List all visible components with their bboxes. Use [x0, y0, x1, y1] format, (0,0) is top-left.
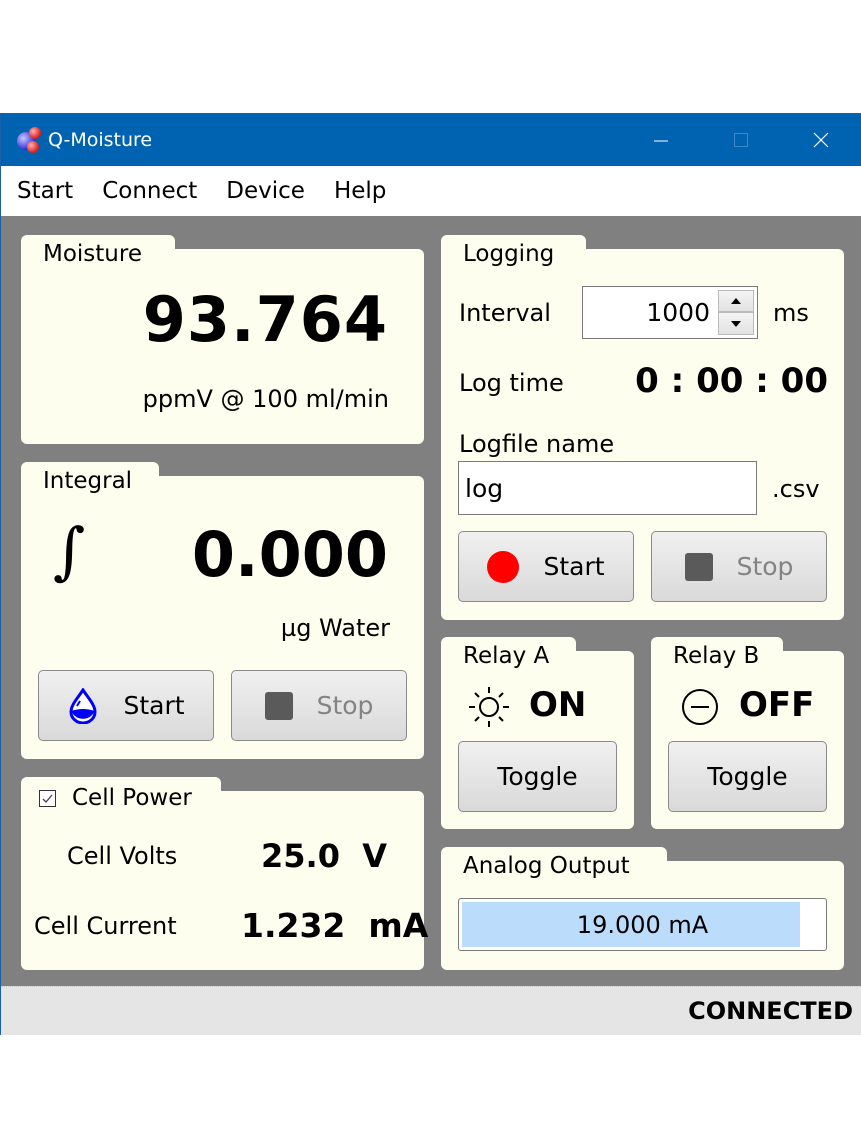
integral-value: 0.000 — [191, 518, 388, 591]
interval-label: Interval — [459, 299, 551, 327]
relay-b-toggle-button[interactable]: Toggle — [668, 741, 827, 812]
relay-b-group: Relay B OFF Toggle — [651, 637, 844, 829]
status-bar: CONNECTED — [1, 986, 861, 1035]
minus-circle-icon — [682, 689, 718, 725]
minimize-icon — [654, 140, 668, 142]
arrow-up-icon — [731, 298, 741, 304]
cell-volts-label: Cell Volts — [67, 842, 178, 870]
sun-icon — [469, 687, 509, 727]
logfile-input-value: log — [465, 474, 504, 503]
integral-unit: µg Water — [280, 614, 390, 642]
logging-start-button[interactable]: Start — [458, 531, 634, 602]
cell-current-value: 1.232 mA — [241, 906, 429, 945]
logging-group: Logging Interval 1000 ms Log time 0 : 00… — [441, 235, 844, 620]
minimize-button[interactable] — [621, 114, 701, 166]
window-title: Q-Moisture — [48, 129, 153, 151]
cell-power-checkbox[interactable] — [39, 790, 56, 807]
menu-connect[interactable]: Connect — [102, 178, 197, 204]
menu-device[interactable]: Device — [226, 178, 305, 204]
maximize-icon — [734, 133, 748, 147]
logging-stop-label: Stop — [736, 552, 794, 581]
integral-title: Integral — [43, 468, 133, 494]
analog-output-text: 19.000 mA — [576, 911, 709, 939]
integral-symbol: ∫ — [53, 514, 86, 587]
cell-power-group: Cell Power Cell Volts 25.0 V Cell Curren… — [21, 777, 428, 970]
relay-a-toggle-label: Toggle — [497, 762, 578, 791]
logtime-value: 0 : 00 : 00 — [635, 361, 828, 401]
moisture-unit: ppmV @ 100 ml/min — [142, 385, 389, 413]
interval-spinbox[interactable]: 1000 — [582, 286, 758, 339]
analog-output-title: Analog Output — [463, 853, 630, 879]
check-icon — [42, 794, 53, 803]
stop-square-icon — [264, 691, 293, 720]
moisture-group: Moisture 93.764 ppmV @ 100 ml/min — [21, 235, 424, 444]
logfile-extension: .csv — [772, 475, 820, 503]
cell-current-label: Cell Current — [34, 912, 177, 940]
analog-output-bar: 19.000 mA — [458, 898, 827, 951]
logging-title: Logging — [463, 241, 555, 267]
maximize-button[interactable] — [701, 114, 781, 166]
moisture-value: 93.764 — [142, 283, 388, 356]
cell-volts-value: 25.0 V — [261, 837, 387, 875]
menu-start[interactable]: Start — [17, 178, 73, 204]
stop-square-icon — [684, 552, 713, 581]
integral-stop-label: Stop — [316, 691, 374, 720]
record-icon — [487, 550, 520, 583]
integral-group: Integral ∫ 0.000 µg Water Start Stop — [21, 462, 424, 759]
integral-stop-button[interactable]: Stop — [231, 670, 407, 741]
water-drop-icon — [67, 687, 99, 724]
close-icon — [813, 132, 829, 148]
menu-help[interactable]: Help — [334, 178, 386, 204]
relay-b-title: Relay B — [673, 643, 760, 669]
relay-a-group: Relay A ON Toggle — [441, 637, 634, 829]
analog-output-group: Analog Output 19.000 mA — [441, 847, 844, 970]
integral-start-button[interactable]: Start — [38, 670, 214, 741]
relay-a-title: Relay A — [463, 643, 550, 669]
close-button[interactable] — [781, 114, 861, 166]
relay-a-toggle-button[interactable]: Toggle — [458, 741, 617, 812]
cell-power-title: Cell Power — [72, 785, 192, 811]
interval-unit: ms — [773, 299, 809, 327]
interval-up-button[interactable] — [718, 290, 754, 312]
relay-a-state: ON — [529, 685, 587, 725]
logging-stop-button[interactable]: Stop — [651, 531, 827, 602]
integral-start-label: Start — [123, 691, 185, 720]
interval-input[interactable]: 1000 — [646, 298, 710, 327]
app-window: Q-Moisture Start Connect Device Help Moi… — [0, 113, 861, 1035]
logfile-input[interactable]: log — [458, 461, 757, 515]
connection-status: CONNECTED — [688, 997, 853, 1025]
logging-start-label: Start — [543, 552, 605, 581]
title-bar[interactable]: Q-Moisture — [1, 114, 861, 166]
moisture-title: Moisture — [43, 241, 142, 267]
logtime-label: Log time — [459, 369, 564, 397]
menu-bar: Start Connect Device Help — [1, 166, 861, 216]
relay-b-toggle-label: Toggle — [707, 762, 788, 791]
arrow-down-icon — [731, 320, 741, 327]
logfile-label: Logfile name — [459, 430, 615, 458]
relay-b-state: OFF — [739, 685, 815, 725]
interval-down-button[interactable] — [718, 312, 754, 335]
molecule-icon — [17, 127, 41, 153]
